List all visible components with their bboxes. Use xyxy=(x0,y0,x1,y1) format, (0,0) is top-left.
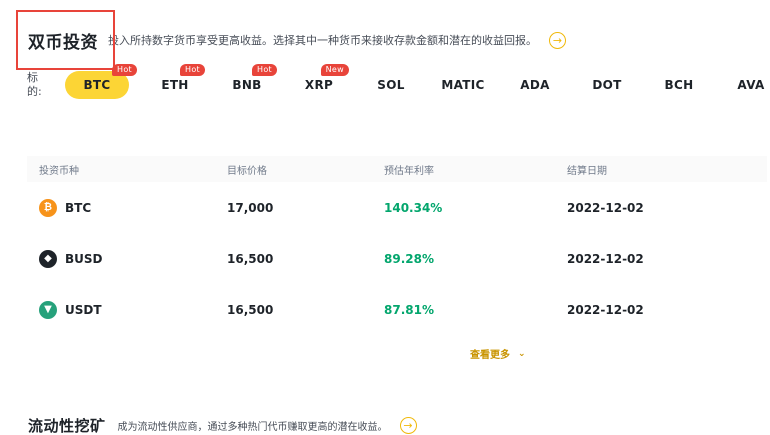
cell-coin: ▼ USDT xyxy=(27,300,215,319)
coin-tab-label: AVA xyxy=(737,78,765,92)
coin-tab-label: ADA xyxy=(520,78,550,92)
cell-coin: ₿ BTC xyxy=(27,198,215,217)
see-more-button[interactable]: 查看更多 ⌄ xyxy=(470,346,526,362)
liquidity-title: 流动性挖矿 xyxy=(28,416,106,435)
cell-apy: 87.81% xyxy=(384,302,434,317)
coin-tab-badge: Hot xyxy=(252,64,277,76)
coin-tab-label: BCH xyxy=(664,78,694,92)
cell-coin: ◆ BUSD xyxy=(27,249,215,268)
see-more-label: 查看更多 xyxy=(470,350,510,361)
coin-name: BUSD xyxy=(65,251,103,266)
coin-tab-bnb[interactable]: BNB Hot xyxy=(211,64,283,99)
cell-settle-date: 2022-12-02 xyxy=(567,200,644,215)
header-apy: 预估年利率 xyxy=(384,165,434,177)
coin-tab-label: BTC xyxy=(83,78,111,92)
coin-name: BTC xyxy=(65,200,92,215)
coin-tab-badge: New xyxy=(320,64,349,76)
coin-tab-ava[interactable]: AVA xyxy=(715,71,770,99)
section-description: 投入所持数字货币享受更高收益。选择其中一种货币来接收存款金额和潜在的收益回报。 xyxy=(108,34,537,47)
table-header: 投资币种 目标价格 预估年利率 结算日期 xyxy=(27,156,767,182)
table-row[interactable]: ₿ BTC 17,000 140.34% 2022-12-02 xyxy=(27,182,767,233)
btc-coin-icon: ₿ xyxy=(39,198,57,217)
chevron-down-icon: ⌄ xyxy=(518,348,526,359)
cell-settle-date: 2022-12-02 xyxy=(567,302,644,317)
cell-apy: 89.28% xyxy=(384,251,434,266)
dual-invest-header: 双币投资 投入所持数字货币享受更高收益。选择其中一种货币来接收存款金额和潜在的收… xyxy=(28,26,566,54)
coin-tab-label: SOL xyxy=(377,78,405,92)
coin-selector-bar: 标的: BTC Hot ETH Hot BNB Hot XRP New SOL MATIC ADA D… xyxy=(27,64,770,106)
coin-name: USDT xyxy=(65,302,102,317)
coin-tab-eth[interactable]: ETH Hot xyxy=(139,64,211,99)
coin-tab-badge: Hot xyxy=(112,64,137,76)
coin-tab-btc[interactable]: BTC Hot xyxy=(65,64,137,99)
header-coin: 投资币种 xyxy=(39,165,79,177)
coin-tab-dot[interactable]: DOT xyxy=(571,71,643,99)
table-body: ₿ BTC 17,000 140.34% 2022-12-02 ◆ BUSD 16,500 89… xyxy=(27,182,767,335)
coin-tabs: BTC Hot ETH Hot BNB Hot XRP New SOL MATIC ADA DOT BC… xyxy=(49,64,770,99)
coin-tab-sol[interactable]: SOL xyxy=(355,71,427,99)
coin-tab-label: XRP xyxy=(304,78,334,92)
cell-settle-date: 2022-12-02 xyxy=(567,251,644,266)
busd-coin-icon: ◆ xyxy=(39,249,57,268)
header-settle-date: 结算日期 xyxy=(567,165,607,177)
arrow-right-circle-icon[interactable]: → xyxy=(399,416,417,434)
cell-apy: 140.34% xyxy=(384,200,443,215)
arrow-right-circle-icon[interactable]: → xyxy=(549,31,566,49)
cell-target-price: 16,500 xyxy=(227,302,274,317)
coin-tab-ada[interactable]: ADA xyxy=(499,71,571,99)
liquidity-description: 成为流动性供应商，通过多种热门代币赚取更高的潜在收益。 xyxy=(117,421,388,433)
coin-tab-matic[interactable]: MATIC xyxy=(427,71,499,99)
coin-tab-badge: Hot xyxy=(180,64,205,76)
coin-tab-label: DOT xyxy=(592,78,622,92)
coin-tab-label: ETH xyxy=(161,78,189,92)
coin-tab-xrp[interactable]: XRP New xyxy=(283,64,355,99)
table-row[interactable]: ◆ BUSD 16,500 89.28% 2022-12-02 xyxy=(27,233,767,284)
coin-tab-label: MATIC xyxy=(441,78,485,92)
cell-target-price: 17,000 xyxy=(227,200,274,215)
coin-tab-label: BNB xyxy=(232,78,262,92)
cell-target-price: 16,500 xyxy=(227,251,274,266)
section-title: 双币投资 xyxy=(28,32,98,53)
liquidity-header: 流动性挖矿 成为流动性供应商，通过多种热门代币赚取更高的潜在收益。 → xyxy=(28,412,417,435)
header-target-price: 目标价格 xyxy=(227,165,267,177)
usdt-coin-icon: ▼ xyxy=(39,300,57,319)
coin-tab-bch[interactable]: BCH xyxy=(643,71,715,99)
dual-invest-table: 投资币种 目标价格 预估年利率 结算日期 ₿ BTC 17,000 140.34% 20… xyxy=(27,156,767,335)
table-row[interactable]: ▼ USDT 16,500 87.81% 2022-12-02 xyxy=(27,284,767,335)
coin-selector-label: 标的: xyxy=(27,71,42,98)
